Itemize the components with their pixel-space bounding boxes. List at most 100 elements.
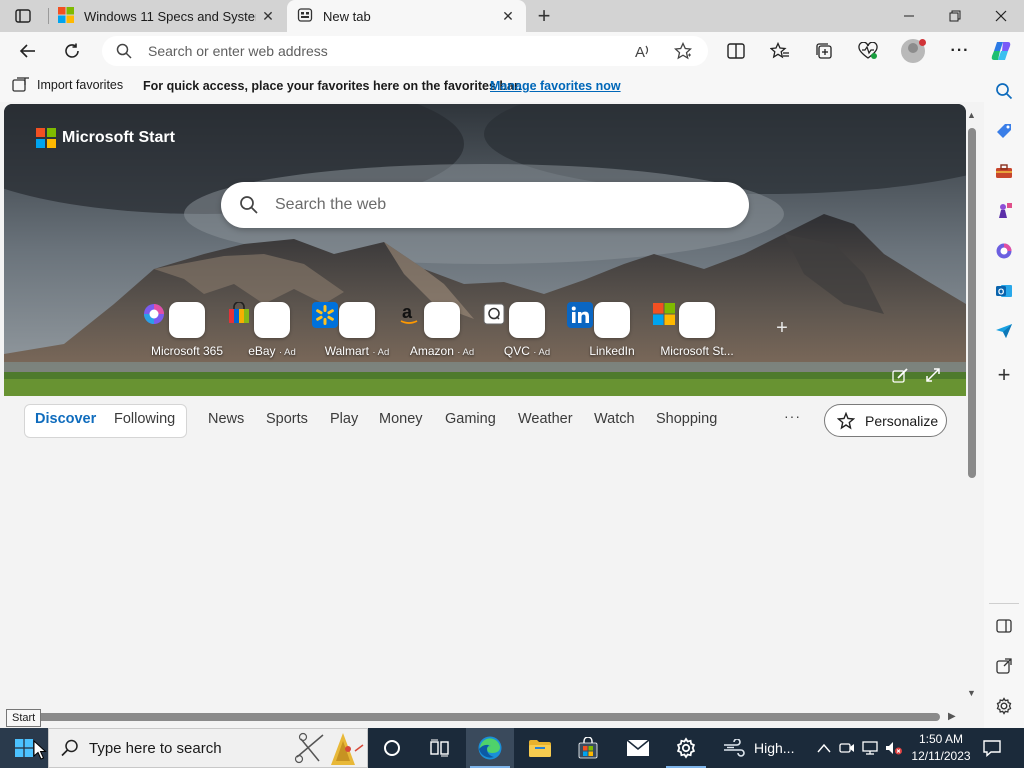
back-button[interactable] (14, 37, 42, 65)
tab-weather[interactable]: Weather (518, 411, 573, 427)
clock-date: 12/11/2023 (911, 749, 971, 763)
notifications-button[interactable] (980, 736, 1004, 760)
cortana-ring-icon (384, 740, 400, 756)
taskbar-settings[interactable] (662, 728, 710, 768)
tab-actions-button[interactable] (8, 6, 38, 26)
favorite-star-icon[interactable] (673, 41, 693, 65)
scrollbar-thumb[interactable] (968, 128, 976, 478)
weather-widget[interactable]: High... (722, 728, 794, 768)
split-screen-button[interactable] (722, 37, 750, 65)
tab-money[interactable]: Money (379, 411, 423, 427)
refresh-button[interactable] (58, 37, 86, 65)
svg-text:a: a (402, 302, 413, 322)
address-input[interactable] (148, 36, 608, 66)
volume-muted-icon[interactable] (885, 740, 903, 756)
tab-discover[interactable]: Discover (35, 411, 96, 427)
quick-link-amazon[interactable]: a Amazon · Ad (397, 302, 487, 358)
windows-taskbar: High... 1:50 AM 12/11/2023 (0, 728, 1024, 768)
expand-background-button[interactable] (926, 368, 946, 388)
sidebar-add-button[interactable]: + (990, 361, 1018, 389)
add-quick-link-button[interactable]: + (772, 318, 792, 338)
microsoft-store-icon (653, 302, 715, 338)
collections-button[interactable] (810, 37, 838, 65)
restore-button[interactable] (932, 0, 978, 32)
microsoft-logo-icon (36, 128, 56, 148)
import-favorites-button[interactable]: Import favorites (12, 77, 123, 93)
tab-following[interactable]: Following (114, 411, 175, 427)
close-window-button[interactable] (978, 0, 1024, 32)
cortana-button[interactable] (368, 728, 416, 768)
scroll-down-arrow-icon[interactable]: ▼ (967, 688, 976, 698)
sidebar-settings-button[interactable] (990, 692, 1018, 720)
folder-icon (529, 740, 551, 757)
vertical-scrollbar[interactable]: ▲ ▼ (966, 104, 984, 710)
quick-link-walmart[interactable]: Walmart · Ad (312, 302, 402, 358)
manage-favorites-link[interactable]: Manage favorites now (490, 79, 621, 93)
browser-essentials-button[interactable] (854, 37, 882, 65)
horizontal-scrollbar[interactable]: ▶ (4, 710, 966, 726)
task-view-button[interactable] (416, 728, 464, 768)
quick-link-label: Microsoft 365 (150, 344, 224, 358)
meet-now-icon[interactable] (838, 740, 856, 756)
send-plane-icon (996, 324, 1012, 338)
system-clock[interactable]: 1:50 AM 12/11/2023 (906, 731, 976, 765)
hide-sidebar-button[interactable] (990, 612, 1018, 640)
favorites-button[interactable] (766, 37, 794, 65)
quick-link-linkedin[interactable]: LinkedIn (567, 302, 657, 358)
quick-link-qvc[interactable]: QVC · Ad (482, 302, 572, 358)
quick-link-label: QVC · Ad (503, 344, 551, 358)
tab-windows-11-specs[interactable]: Windows 11 Specs and System Requirements… (48, 0, 286, 32)
tab-new-tab[interactable]: New tab ✕ (287, 0, 526, 32)
minimize-button[interactable] (886, 0, 932, 32)
tab-shopping[interactable]: Shopping (656, 411, 717, 427)
tab-sports[interactable]: Sports (266, 411, 308, 427)
import-favorites-icon (12, 77, 29, 92)
sidebar-search-button[interactable] (990, 77, 1018, 105)
microsoft-start-brand[interactable]: Microsoft Start (36, 128, 175, 148)
address-bar[interactable]: A (102, 36, 708, 66)
tab-play[interactable]: Play (330, 411, 358, 427)
close-tab-icon[interactable]: ✕ (260, 8, 276, 24)
more-tabs-button[interactable]: ··· (784, 408, 801, 424)
taskbar-search-input[interactable] (89, 729, 279, 767)
close-tab-icon[interactable]: ✕ (500, 8, 516, 24)
quick-link-microsoft-365[interactable]: Microsoft 365 (142, 302, 232, 358)
taskbar-search-box[interactable] (48, 728, 368, 768)
sidebar-shopping-button[interactable] (990, 117, 1018, 145)
scroll-right-arrow-icon[interactable]: ▶ (948, 711, 956, 722)
taskbar-file-explorer[interactable] (516, 728, 564, 768)
scroll-up-arrow-icon[interactable]: ▲ (967, 110, 976, 120)
search-highlight-illustration-icon (293, 731, 367, 768)
sidebar-tools-button[interactable] (990, 157, 1018, 185)
network-icon[interactable] (862, 740, 880, 756)
edit-background-button[interactable] (892, 368, 912, 388)
close-icon (995, 10, 1007, 22)
taskbar-edge[interactable] (466, 728, 514, 768)
taskbar-microsoft-store[interactable] (564, 728, 612, 768)
microsoft-logo-icon (58, 6, 74, 26)
scrollbar-thumb[interactable] (34, 713, 940, 721)
read-aloud-icon[interactable]: A (634, 42, 652, 65)
sidebar-drop-button[interactable] (990, 317, 1018, 345)
taskbar-mail[interactable] (614, 728, 662, 768)
copilot-button[interactable] (988, 37, 1016, 65)
tab-watch[interactable]: Watch (594, 411, 635, 427)
sidebar-games-button[interactable] (990, 197, 1018, 225)
ebay-icon (229, 302, 290, 338)
heart-pulse-icon (858, 42, 878, 59)
sidebar-outlook-button[interactable]: O (990, 277, 1018, 305)
settings-more-button[interactable]: ··· (946, 37, 974, 65)
quick-link-ebay[interactable]: eBay · Ad (227, 302, 317, 358)
web-search-box[interactable] (221, 182, 749, 228)
tab-gaming[interactable]: Gaming (445, 411, 496, 427)
web-search-input[interactable] (275, 182, 715, 228)
chevron-up-icon[interactable] (815, 740, 833, 756)
restore-icon (949, 10, 961, 22)
tab-news[interactable]: News (208, 411, 244, 427)
quick-link-microsoft-store[interactable]: Microsoft St... (652, 302, 742, 358)
plus-icon: + (997, 362, 1011, 387)
open-external-button[interactable] (990, 652, 1018, 680)
personalize-button[interactable]: Personalize (824, 404, 947, 437)
new-tab-button[interactable]: + (531, 3, 557, 28)
sidebar-m365-button[interactable] (990, 237, 1018, 265)
